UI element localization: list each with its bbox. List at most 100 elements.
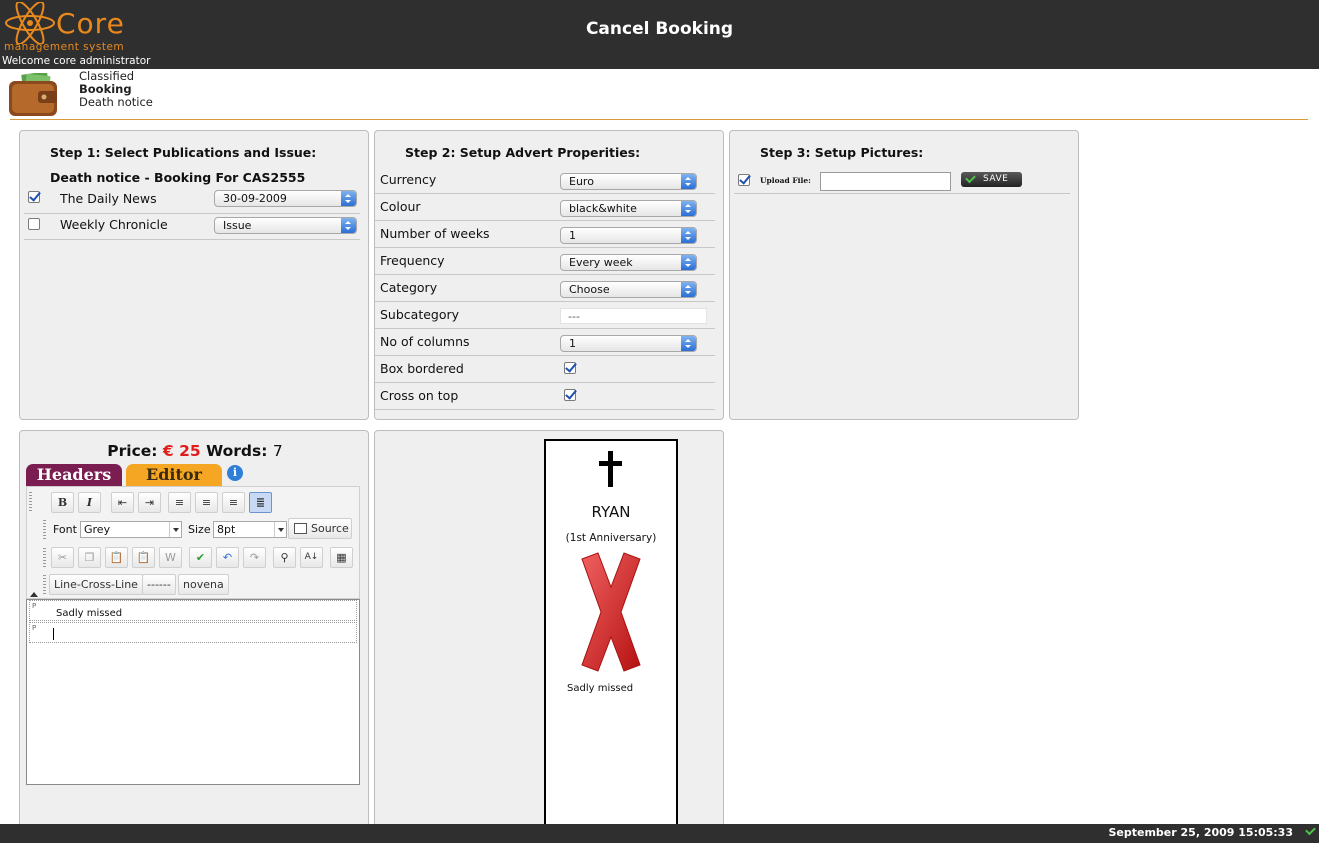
indent-icon[interactable]: ⇥ — [138, 492, 161, 513]
frequency-label: Frequency — [380, 253, 445, 268]
template-novena[interactable]: novena — [178, 574, 229, 595]
section-divider — [10, 119, 1308, 120]
publication-checkbox-weekly-chronicle[interactable] — [28, 218, 40, 230]
toolbar-grip[interactable] — [29, 492, 32, 511]
font-select-value: Grey — [84, 523, 111, 536]
chevron-down-icon — [274, 522, 286, 537]
redo-icon[interactable]: ↷ — [243, 547, 266, 568]
breadcrumb-item-death-notice[interactable]: Death notice — [79, 96, 153, 109]
editor-paragraph[interactable]: P Sadly missed — [29, 600, 357, 621]
step2-title: Step 2: Setup Advert Properities: — [405, 145, 641, 160]
step2-panel: Step 2: Setup Advert Properities: Curren… — [374, 130, 724, 420]
chevron-down-icon — [169, 522, 181, 537]
row-divider — [375, 193, 715, 194]
source-icon — [294, 523, 307, 534]
issue-select-daily-news[interactable]: 30-09-2009 — [214, 190, 357, 207]
text-cursor — [53, 628, 54, 640]
align-justify-icon[interactable]: ≣ — [249, 492, 272, 513]
select-arrow-icon — [681, 282, 696, 297]
select-arrow-icon — [681, 336, 696, 351]
info-icon[interactable]: i — [227, 465, 243, 481]
toolbar-grip[interactable] — [43, 575, 46, 594]
outdent-icon[interactable]: ⇤ — [111, 492, 134, 513]
currency-select[interactable]: Euro — [560, 173, 697, 190]
category-select-value: Choose — [569, 283, 610, 296]
tab-headers[interactable]: Headers — [26, 464, 122, 486]
paste-text-icon[interactable]: 📋 — [132, 547, 155, 568]
row-divider — [375, 409, 715, 410]
collapse-toolbar-icon[interactable] — [30, 592, 38, 597]
issue-select-weekly-chronicle[interactable]: Issue — [214, 217, 357, 234]
copy-icon[interactable]: ❐ — [78, 547, 101, 568]
upload-file-input[interactable] — [820, 172, 951, 191]
words-value: 7 — [272, 442, 283, 460]
step3-panel: Step 3: Setup Pictures: Upload File: SAV… — [729, 130, 1079, 420]
paste-icon[interactable]: 📋 — [105, 547, 128, 568]
row-divider — [24, 239, 360, 240]
frequency-select[interactable]: Every week — [560, 254, 697, 271]
template-line-cross-line[interactable]: Line-Cross-Line — [49, 574, 143, 595]
box-bordered-checkbox[interactable] — [564, 362, 576, 374]
font-select[interactable]: Grey — [80, 521, 182, 538]
columns-select[interactable]: 1 — [560, 335, 697, 352]
size-select[interactable]: 8pt — [213, 521, 287, 538]
paragraph-tag: P — [32, 602, 37, 610]
tab-editor[interactable]: Editor — [126, 464, 222, 486]
breadcrumb: Classified Booking Death notice — [79, 70, 153, 109]
colour-select[interactable]: black&white — [560, 200, 697, 217]
select-arrow-icon — [681, 174, 696, 189]
preview-subtitle: (1st Anniversary) — [565, 532, 657, 544]
logo-subtitle: management system — [4, 41, 125, 53]
category-select[interactable]: Choose — [560, 281, 697, 298]
save-button[interactable]: SAVE — [961, 172, 1022, 187]
weeks-select-value: 1 — [569, 229, 576, 242]
align-center-icon[interactable]: ≡ — [195, 492, 218, 513]
source-button[interactable]: Source — [288, 518, 352, 539]
issue-select-value: 30-09-2009 — [223, 192, 287, 205]
template-dashes[interactable]: ------ — [142, 574, 176, 595]
align-right-icon[interactable]: ≡ — [222, 492, 245, 513]
toolbar-grip[interactable] — [43, 520, 46, 539]
status-check-icon — [1305, 824, 1316, 836]
editor-toolbar: B I ⇤ ⇥ ≡ ≡ ≡ ≣ Font Grey Size 8pt Sourc… — [26, 486, 360, 599]
undo-icon[interactable]: ↶ — [216, 547, 239, 568]
row-divider — [734, 193, 1070, 194]
paragraph-text: Sadly missed — [56, 608, 123, 619]
cut-icon[interactable]: ✂ — [51, 547, 74, 568]
preview-message: Sadly missed — [567, 683, 634, 694]
row-divider — [375, 382, 715, 383]
editor-content-area[interactable]: P Sadly missed P — [26, 599, 360, 785]
datetime-display: September 25, 2009 15:05:33 — [1108, 826, 1293, 839]
step1-panel: Step 1: Select Publications and Issue: D… — [19, 130, 369, 420]
spellcheck-icon[interactable]: ✔ — [189, 547, 212, 568]
find-icon[interactable]: ⚲ — [273, 547, 296, 568]
replace-icon[interactable]: A↓ — [300, 547, 323, 568]
cross-on-top-label: Cross on top — [380, 388, 459, 403]
bold-button[interactable]: B — [51, 492, 74, 513]
cross-icon-bar — [599, 461, 622, 466]
subcategory-field[interactable]: --- — [560, 308, 707, 324]
row-divider — [24, 213, 360, 214]
status-bar: September 25, 2009 15:05:33 — [0, 824, 1319, 843]
price-value: € 25 — [162, 442, 201, 460]
upload-checkbox[interactable] — [738, 174, 750, 186]
italic-button[interactable]: I — [78, 492, 101, 513]
step3-title: Step 3: Setup Pictures: — [760, 145, 924, 160]
box-bordered-label: Box bordered — [380, 361, 464, 376]
row-divider — [375, 301, 715, 302]
align-left-icon[interactable]: ≡ — [168, 492, 191, 513]
row-divider — [375, 220, 715, 221]
check-icon — [965, 172, 976, 184]
currency-label: Currency — [380, 172, 437, 187]
toolbar-grip[interactable] — [43, 548, 46, 567]
weeks-select[interactable]: 1 — [560, 227, 697, 244]
paste-word-icon[interactable]: W — [159, 547, 182, 568]
font-label: Font — [53, 523, 77, 536]
publication-checkbox-daily-news[interactable] — [28, 191, 40, 203]
select-arrow-icon — [341, 191, 356, 206]
cross-on-top-checkbox[interactable] — [564, 389, 576, 401]
select-all-icon[interactable]: ▦ — [330, 547, 353, 568]
price-summary: Price: € 25 Words: 7 — [20, 442, 370, 460]
missing-image-x-icon — [581, 552, 641, 672]
editor-paragraph[interactable]: P — [29, 622, 357, 643]
